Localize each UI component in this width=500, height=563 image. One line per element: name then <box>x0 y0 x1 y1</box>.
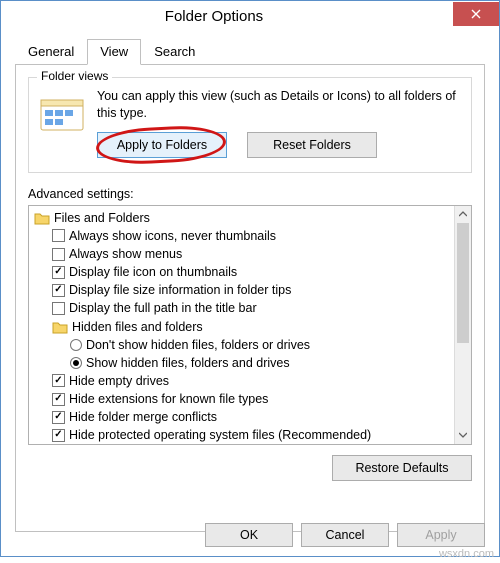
scroll-up-button[interactable] <box>455 206 471 223</box>
item-label: Hide folder merge conflicts <box>69 408 217 426</box>
tree-subfolder: Hidden files and folders <box>32 318 451 336</box>
scroll-down-button[interactable] <box>455 427 471 444</box>
item-label: Always show menus <box>69 245 182 263</box>
restore-defaults-button[interactable]: Restore Defaults <box>332 455 472 481</box>
folder-views-label: Folder views <box>37 69 112 83</box>
checkbox[interactable] <box>52 429 65 442</box>
folder-views-row: You can apply this view (such as Details… <box>39 88 461 158</box>
tree-content: Files and Folders Always show icons, nev… <box>29 206 454 444</box>
tree-root-label: Files and Folders <box>54 209 150 227</box>
tab-strip: General View Search <box>15 39 485 65</box>
advanced-settings-label: Advanced settings: <box>28 187 472 201</box>
apply-to-folders-label: Apply to Folders <box>117 138 207 152</box>
item-label: Display file size information in folder … <box>69 281 291 299</box>
checkbox[interactable] <box>52 374 65 387</box>
list-item[interactable]: Hide folder merge conflicts <box>32 408 451 426</box>
scroll-thumb[interactable] <box>457 223 469 343</box>
folder-options-window: Folder Options General View Search Folde… <box>0 0 500 557</box>
checkbox[interactable] <box>52 393 65 406</box>
list-item[interactable]: Don't show hidden files, folders or driv… <box>32 336 451 354</box>
list-item[interactable]: Display file icon on thumbnails <box>32 263 451 281</box>
tab-body: Folder views You can apply this view (su… <box>15 65 485 532</box>
item-label: Hidden files and folders <box>72 318 203 336</box>
radio[interactable] <box>70 357 82 369</box>
apply-to-folders-button[interactable]: Apply to Folders <box>97 132 227 158</box>
checkbox[interactable] <box>52 266 65 279</box>
tab-view[interactable]: View <box>87 39 141 65</box>
list-item[interactable]: Display the full path in the title bar <box>32 299 451 317</box>
list-item[interactable]: Hide empty drives <box>32 372 451 390</box>
ok-button[interactable]: OK <box>205 523 293 547</box>
item-label: Display file icon on thumbnails <box>69 263 237 281</box>
chevron-down-icon <box>459 432 467 438</box>
advanced-settings-tree: Files and Folders Always show icons, nev… <box>28 205 472 445</box>
item-label: Display the full path in the title bar <box>69 299 257 317</box>
list-item[interactable]: Show hidden files, folders and drives <box>32 354 451 372</box>
watermark: wsxdn.com <box>439 548 494 560</box>
restore-row: Restore Defaults <box>28 455 472 481</box>
item-label: Hide extensions for known file types <box>69 390 268 408</box>
cancel-button[interactable]: Cancel <box>301 523 389 547</box>
scroll-track[interactable] <box>455 223 471 427</box>
folder-icon <box>52 320 68 334</box>
radio[interactable] <box>70 339 82 351</box>
folder-views-group: Folder views You can apply this view (su… <box>28 77 472 173</box>
list-item[interactable]: Hide extensions for known file types <box>32 390 451 408</box>
item-label: Show hidden files, folders and drives <box>86 354 290 372</box>
window-title: Folder Options <box>15 8 453 25</box>
tree-root: Files and Folders <box>32 209 451 227</box>
tab-general[interactable]: General <box>15 39 87 65</box>
checkbox[interactable] <box>52 229 65 242</box>
checkbox[interactable] <box>52 411 65 424</box>
checkbox[interactable] <box>52 302 65 315</box>
checkbox[interactable] <box>52 284 65 297</box>
folder-icon <box>39 94 85 134</box>
checkbox[interactable] <box>52 248 65 261</box>
apply-button[interactable]: Apply <box>397 523 485 547</box>
list-item[interactable]: Always show menus <box>32 245 451 263</box>
item-label: Don't show hidden files, folders or driv… <box>86 336 310 354</box>
list-item[interactable]: Display file size information in folder … <box>32 281 451 299</box>
tab-search[interactable]: Search <box>141 39 208 65</box>
folder-views-desc: You can apply this view (such as Details… <box>97 88 461 122</box>
close-icon <box>471 9 481 19</box>
scrollbar[interactable] <box>454 206 471 444</box>
list-item[interactable]: Hide protected operating system files (R… <box>32 426 451 444</box>
item-label: Hide empty drives <box>69 372 169 390</box>
folder-icon <box>34 211 50 225</box>
close-button[interactable] <box>453 2 499 26</box>
chevron-up-icon <box>459 211 467 217</box>
titlebar: Folder Options <box>1 1 499 31</box>
folder-views-text: You can apply this view (such as Details… <box>97 88 461 158</box>
reset-folders-button[interactable]: Reset Folders <box>247 132 377 158</box>
list-item[interactable]: Always show icons, never thumbnails <box>32 227 451 245</box>
content-area: General View Search Folder views <box>1 31 499 544</box>
item-label: Always show icons, never thumbnails <box>69 227 276 245</box>
item-label: Hide protected operating system files (R… <box>69 426 371 444</box>
